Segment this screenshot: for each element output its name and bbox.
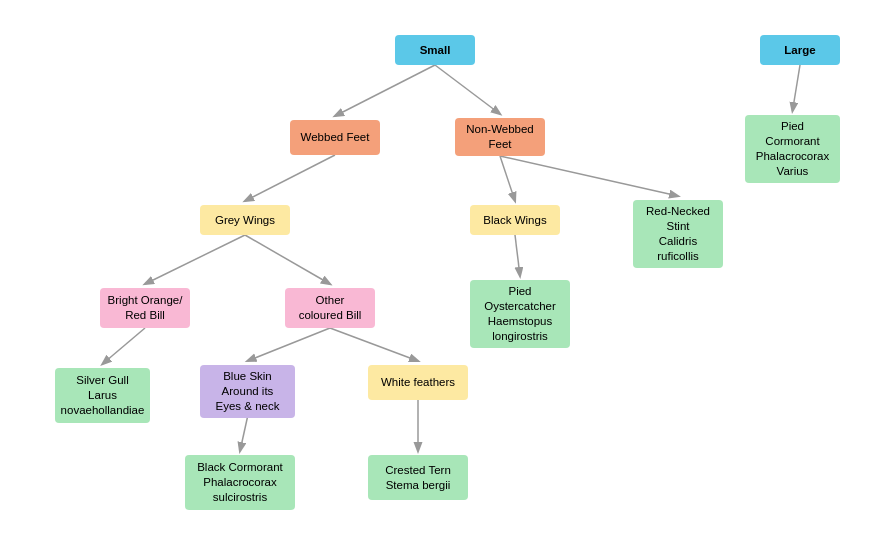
svg-line-2 bbox=[793, 65, 801, 111]
svg-line-5 bbox=[500, 156, 678, 196]
svg-line-4 bbox=[500, 156, 515, 201]
node-red_necked: Red-NeckedStintCalidrisruficollis bbox=[633, 200, 723, 268]
node-crested_tern: Crested TernStema bergii bbox=[368, 455, 468, 500]
node-other_coloured: Othercoloured Bill bbox=[285, 288, 375, 328]
node-white_feathers: White feathers bbox=[368, 365, 468, 400]
svg-line-11 bbox=[330, 328, 418, 361]
svg-line-12 bbox=[240, 417, 248, 451]
node-silver_gull: Silver GullLarusnovaehollandiae bbox=[55, 368, 150, 423]
node-pied_cormorant: PiedCormorantPhalacrocoraxVarius bbox=[745, 115, 840, 183]
node-grey_wings: Grey Wings bbox=[200, 205, 290, 235]
tree-container: Small Large Webbed Feet Non-WebbedFeet PiedC… bbox=[0, 0, 880, 541]
svg-line-9 bbox=[103, 328, 146, 364]
svg-line-1 bbox=[435, 65, 500, 114]
node-small: Small bbox=[395, 35, 475, 65]
node-bright_orange: Bright Orange/Red Bill bbox=[100, 288, 190, 328]
svg-line-6 bbox=[145, 235, 245, 284]
svg-line-3 bbox=[245, 155, 335, 201]
node-blue_skin: Blue SkinAround itsEyes & neck bbox=[200, 365, 295, 418]
node-black_wings: Black Wings bbox=[470, 205, 560, 235]
svg-line-10 bbox=[248, 328, 331, 361]
node-large: Large bbox=[760, 35, 840, 65]
svg-line-7 bbox=[245, 235, 330, 284]
node-webbed: Webbed Feet bbox=[290, 120, 380, 155]
svg-line-8 bbox=[515, 235, 520, 276]
node-pied_oystercatcher: PiedOystercatcherHaemstopuslongirostris bbox=[470, 280, 570, 348]
node-nonwebbed: Non-WebbedFeet bbox=[455, 118, 545, 156]
node-black_cormorant: Black CormorantPhalacrocoraxsulcirostris bbox=[185, 455, 295, 510]
svg-line-0 bbox=[335, 65, 435, 116]
